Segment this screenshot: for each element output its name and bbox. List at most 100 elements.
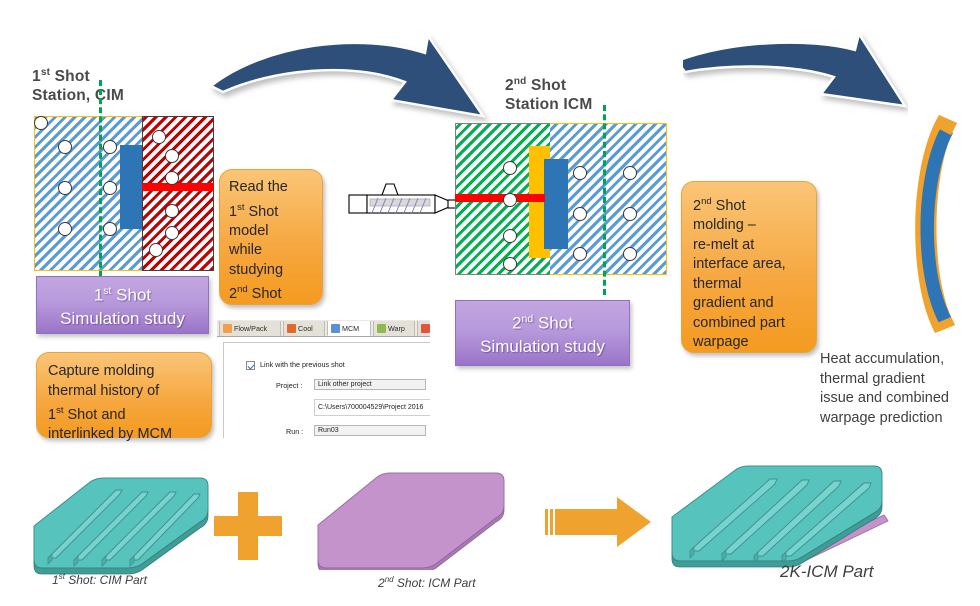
- station-1-title-num: 1: [32, 68, 41, 86]
- station-2-title-num: 2: [505, 77, 514, 95]
- plus-icon: [214, 492, 282, 560]
- mold-2-parting-line: [603, 105, 606, 295]
- station-2-title-line2: Station ICM: [505, 96, 593, 114]
- mold-2: [455, 123, 667, 275]
- callout-line: model: [229, 222, 269, 239]
- callout-capture-thermal-history: Capture molding thermal history of 1st S…: [36, 352, 212, 442]
- link-previous-shot-label: Link with the previous shot: [260, 360, 345, 369]
- icm-part-label: 2nd Shot: ICM Part: [378, 575, 476, 590]
- tab-stress[interactable]: Stress: [417, 321, 430, 336]
- cooling-channel: [34, 116, 48, 130]
- purple-box-line2: Simulation study: [480, 337, 605, 357]
- note-line: warpage prediction: [820, 409, 943, 426]
- cool-icon: [287, 324, 296, 333]
- mold-1-parting-line: [99, 80, 102, 295]
- dialog-body: Link with the previous shot Project : Li…: [223, 342, 430, 438]
- mcm-icon: [331, 324, 340, 333]
- tab-label: MCM: [342, 324, 360, 333]
- note-line: Heat accumulation,: [820, 351, 945, 367]
- cooling-channel: [623, 207, 637, 221]
- mold-1: [34, 116, 214, 271]
- cooling-channel: [503, 257, 517, 271]
- station-1-title-rest: Shot: [50, 68, 90, 86]
- callout-line: molding –: [693, 217, 756, 234]
- callout-line: thermal history of: [48, 382, 160, 399]
- callout-line: Shot: [247, 286, 282, 303]
- callout-line: 2: [229, 286, 238, 303]
- callout-line: 1: [229, 203, 238, 220]
- cooling-channel: [149, 243, 163, 257]
- heat-accumulation-note: Heat accumulation, thermal gradient issu…: [820, 350, 980, 428]
- icm-part-3d: [317, 472, 505, 570]
- station-2-title-rest: Shot: [526, 77, 567, 95]
- second-shot-simulation-study-box: 2nd Shot Simulation study: [455, 300, 630, 366]
- cooling-channel: [103, 222, 117, 236]
- project-select[interactable]: Link other project: [314, 379, 426, 390]
- link-previous-shot-checkbox[interactable]: [246, 361, 255, 370]
- project-label: Project :: [276, 381, 303, 390]
- cim-part-3d: [33, 477, 209, 575]
- mold-1-core-blue: [120, 145, 142, 229]
- tab-label: Cool: [298, 324, 313, 333]
- callout-second-shot-molding: 2nd Shot molding – re-melt at interface …: [681, 181, 817, 353]
- cooling-channel: [623, 247, 637, 261]
- cooling-channel: [165, 204, 179, 218]
- final-2k-icm-part-3d: [671, 465, 889, 568]
- cooling-channel: [152, 130, 166, 144]
- purple-box-rest: Shot: [533, 313, 573, 333]
- warp-icon: [377, 324, 386, 333]
- injection-unit: [348, 183, 460, 214]
- callout-line: gradient and: [693, 295, 774, 312]
- note-line: thermal gradient: [820, 370, 925, 387]
- cooling-channel: [165, 171, 179, 185]
- purple-box-rest: Shot: [111, 285, 152, 305]
- cooling-channel: [573, 207, 587, 221]
- cooling-channel: [58, 222, 72, 236]
- purple-box-num: 1: [93, 285, 104, 305]
- purple-box-line2: Simulation study: [60, 309, 185, 329]
- callout-sup: nd: [701, 196, 712, 207]
- cim-part-label: 1st Shot: CIM Part: [52, 572, 147, 587]
- cooling-channel: [103, 140, 117, 154]
- station-1-title: 1st Shot Station, CIM: [32, 63, 212, 105]
- tab-label: Flow/Pack: [234, 324, 268, 333]
- tab-cool[interactable]: Cool: [283, 321, 325, 336]
- run-label: Run :: [286, 427, 304, 436]
- cooling-channel: [503, 161, 517, 175]
- station-1-title-line2: Station, CIM: [32, 87, 124, 105]
- cooling-channel: [503, 229, 517, 243]
- callout-sup: nd: [237, 284, 248, 296]
- callout-line: interface area,: [693, 256, 786, 273]
- callout-line: Capture molding: [48, 363, 155, 379]
- cooling-channel: [573, 247, 587, 261]
- cooling-channel: [58, 181, 72, 195]
- callout-line: warpage: [693, 334, 749, 351]
- final-part-label: 2K-ICM Part: [780, 562, 874, 581]
- callout-line: Shot and: [63, 406, 126, 423]
- mcm-settings-dialog[interactable]: Flow/Pack Cool MCM Warp Stress Link with…: [217, 320, 430, 438]
- tab-warp[interactable]: Warp: [373, 321, 415, 336]
- cooling-channel: [165, 149, 179, 163]
- cooling-channel: [58, 140, 72, 154]
- callout-line: interlinked by MCM: [48, 426, 173, 443]
- flow-pack-icon: [223, 324, 232, 333]
- note-line: issue and combined: [820, 390, 949, 406]
- station-2-title-sup: nd: [513, 76, 527, 87]
- callout-read-first-shot-model: Read the 1st Shot model while studying 2…: [219, 169, 323, 305]
- mold-1-runner-red: [142, 183, 214, 191]
- swoosh-arrow-1: [208, 32, 486, 118]
- run-select[interactable]: Run03: [314, 425, 426, 436]
- cooling-channel: [573, 166, 587, 180]
- callout-line: 1: [48, 406, 57, 423]
- callout-line: Shot: [244, 203, 279, 220]
- swoosh-arrow-2: [683, 31, 908, 108]
- project-path-field[interactable]: C:\Users\700004529\Project 2016: [314, 399, 430, 416]
- station-1-title-sup: st: [40, 67, 51, 78]
- warped-part-illustration: [915, 115, 957, 333]
- mold-2-core-blue: [544, 159, 568, 249]
- cooling-channel: [103, 181, 117, 195]
- callout-line: studying: [229, 261, 284, 278]
- purple-box-num: 2: [512, 313, 522, 333]
- tab-flow-pack[interactable]: Flow/Pack: [219, 321, 281, 336]
- tab-mcm[interactable]: MCM: [327, 321, 371, 336]
